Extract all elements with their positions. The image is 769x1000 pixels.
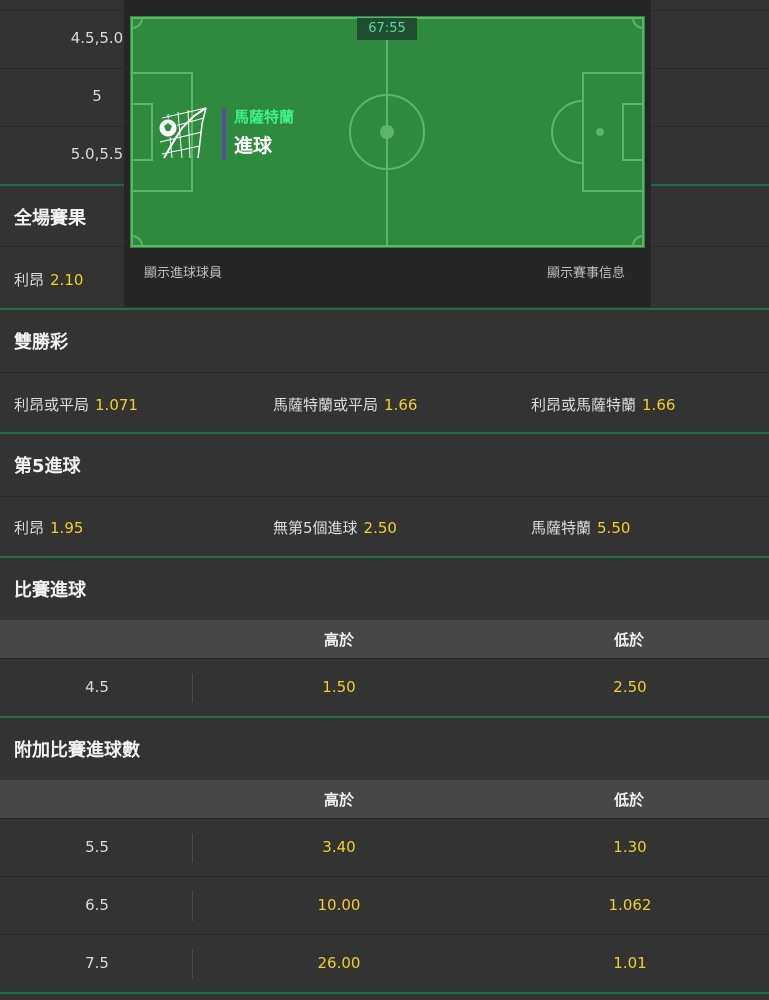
match-goals-column-header: 高於 低於 (0, 620, 769, 658)
option-label: 無第5個進球 (273, 519, 358, 537)
extra-goals-column-header: 高於 低於 (0, 780, 769, 818)
over-column-label: 高於 (324, 631, 355, 649)
column-divider (192, 891, 193, 921)
odds-option[interactable]: 利昂或馬薩特蘭 1.66 (531, 394, 675, 415)
under-odds[interactable]: 1.01 (570, 954, 690, 972)
table-row: 6.5 10.00 1.062 (0, 876, 769, 934)
odds-option[interactable]: 無第5個進球 2.50 (273, 517, 397, 538)
goal-line-value: 4.5 (85, 678, 109, 696)
option-label: 利昂或馬薩特蘭 (531, 396, 637, 414)
odds-option[interactable]: 利昂或平局 1.071 (14, 394, 138, 415)
odds-option[interactable]: 利昂 1.95 (14, 517, 83, 538)
odds-option[interactable]: 馬薩特蘭或平局 1.66 (273, 394, 417, 415)
fifth-goal-header[interactable]: 第5進球 (0, 432, 769, 494)
show-match-info-link[interactable]: 顯示賽事信息 (547, 262, 625, 281)
under-column-label: 低於 (614, 791, 645, 809)
option-odds: 1.071 (95, 396, 138, 414)
option-label: 利昂或平局 (14, 396, 90, 414)
option-odds: 2.50 (363, 519, 397, 537)
column-divider (192, 833, 193, 863)
option-label: 馬薩特蘭 (531, 519, 592, 537)
section-title: 全場賽果 (14, 208, 86, 229)
column-divider (192, 673, 193, 703)
event-indicator-bar (222, 108, 226, 160)
under-column-label: 低於 (614, 631, 645, 649)
option-odds: 1.95 (50, 519, 84, 537)
match-goals-header[interactable]: 比賽進球 (0, 556, 769, 618)
column-divider (192, 949, 193, 979)
goal-net-icon (158, 107, 207, 159)
match-timer: 67:55 (357, 18, 417, 40)
option-odds: 1.66 (642, 396, 676, 414)
goal-line-value: 6.5 (85, 896, 109, 914)
over-odds[interactable]: 10.00 (279, 896, 399, 914)
option-odds: 1.66 (384, 396, 418, 414)
option-odds: 2.10 (50, 271, 84, 289)
extra-goals-header[interactable]: 附加比賽進球數 (0, 716, 769, 778)
section-divider (0, 992, 769, 1000)
fifth-goal-row: 利昂 1.95 無第5個進球 2.50 馬薩特蘭 5.50 (0, 496, 769, 556)
section-title: 比賽進球 (14, 580, 86, 601)
double-chance-header[interactable]: 雙勝彩 (0, 308, 769, 370)
goal-line-value: 7.5 (85, 954, 109, 972)
option-odds: 5.50 (597, 519, 631, 537)
table-row: 5.5 3.40 1.30 (0, 818, 769, 876)
option-label: 利昂 (14, 271, 45, 289)
over-odds[interactable]: 3.40 (279, 838, 399, 856)
over-column-label: 高於 (324, 791, 355, 809)
under-odds[interactable]: 1.30 (570, 838, 690, 856)
scoring-team-name: 馬薩特蘭 (234, 108, 295, 126)
option-label: 利昂 (14, 519, 45, 537)
odds-option-home[interactable]: 利昂 2.10 (14, 269, 83, 290)
section-title: 雙勝彩 (14, 332, 68, 353)
goal-line-value: 5.5 (85, 838, 109, 856)
section-title: 附加比賽進球數 (14, 740, 140, 761)
over-odds[interactable]: 26.00 (279, 954, 399, 972)
under-odds[interactable]: 1.062 (570, 896, 690, 914)
section-title: 第5進球 (14, 456, 81, 477)
table-row: 4.5 1.50 2.50 (0, 658, 769, 716)
option-label: 馬薩特蘭或平局 (273, 396, 379, 414)
event-name: 進球 (234, 135, 273, 157)
under-odds[interactable]: 2.50 (570, 678, 690, 696)
odds-option[interactable]: 馬薩特蘭 5.50 (531, 517, 630, 538)
show-scorer-link[interactable]: 顯示進球球員 (144, 262, 222, 281)
over-odds[interactable]: 1.50 (279, 678, 399, 696)
double-chance-row: 利昂或平局 1.071 馬薩特蘭或平局 1.66 利昂或馬薩特蘭 1.66 (0, 372, 769, 432)
live-match-tracker: 67:55 馬薩特蘭 進球 顯示進球球員 顯示賽事信息 (124, 0, 651, 307)
table-row: 7.5 26.00 1.01 (0, 934, 769, 992)
